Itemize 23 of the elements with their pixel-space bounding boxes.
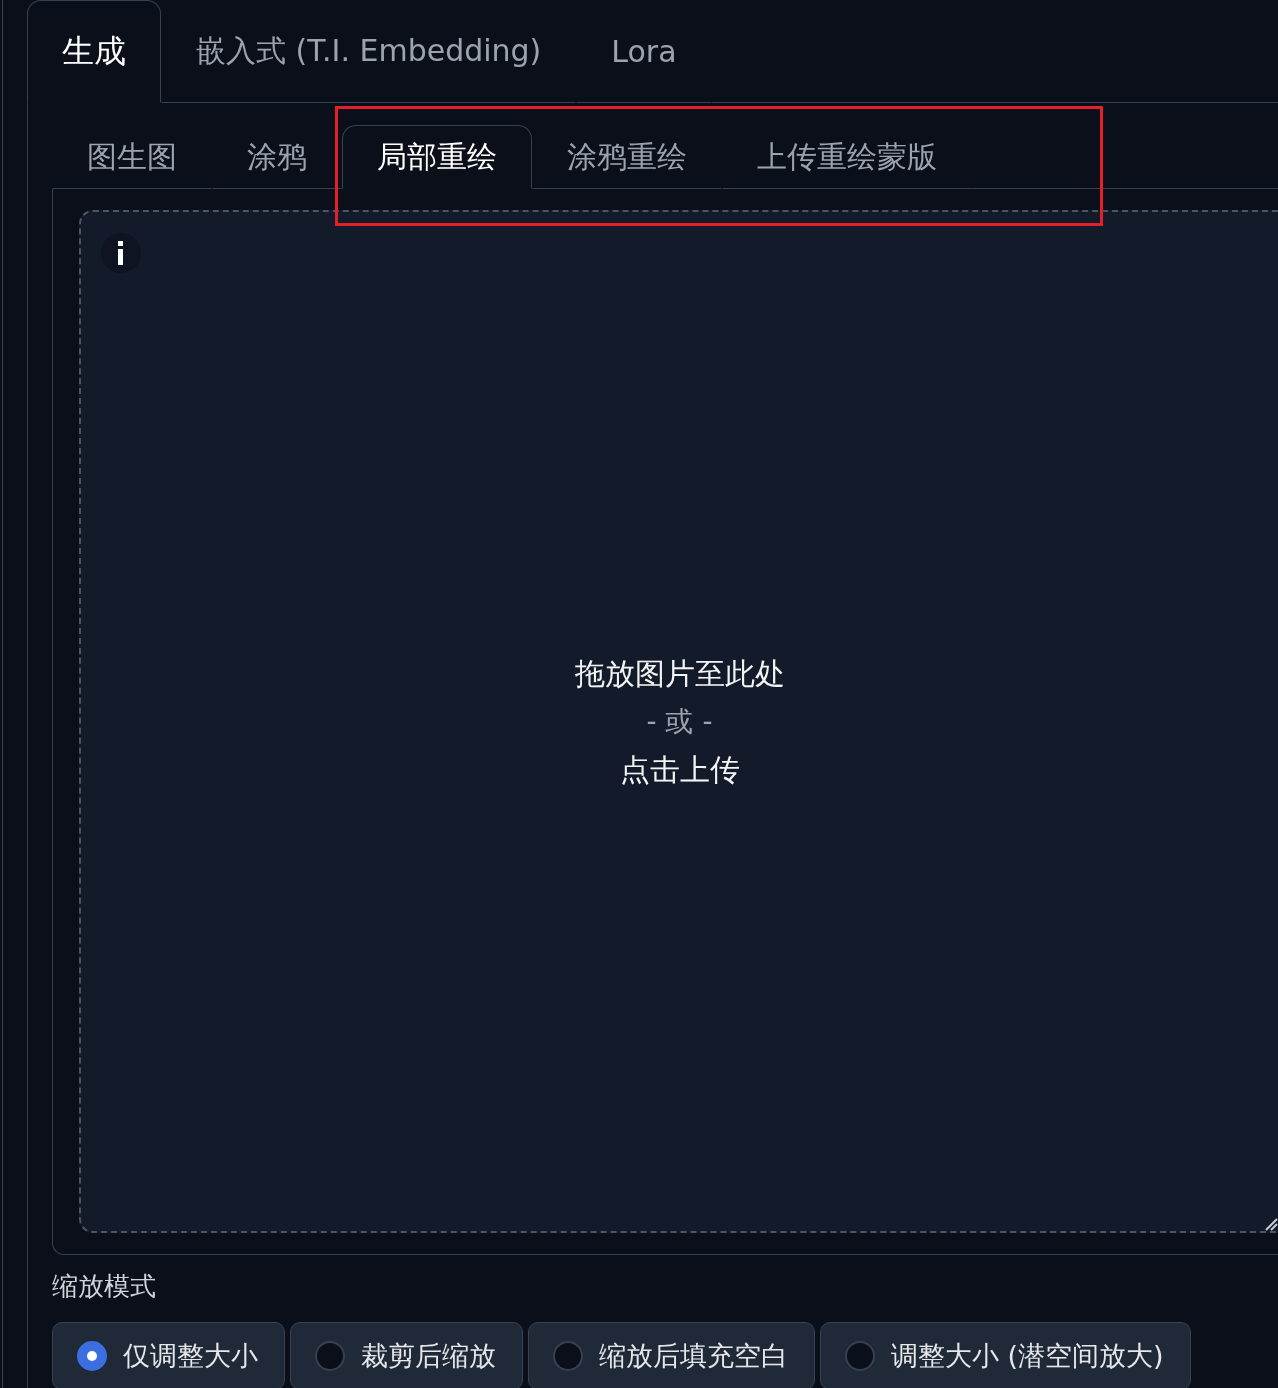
info-icon <box>117 241 125 265</box>
tab[interactable]: 上传重绘蒙版 <box>722 125 972 189</box>
drop-hint: 拖放图片至此处 <box>574 654 785 693</box>
radio-button[interactable] <box>315 1341 345 1371</box>
separator-text: - 或 - <box>646 703 713 740</box>
resize-handle-icon[interactable] <box>1264 1217 1278 1231</box>
radio-button[interactable] <box>845 1341 875 1371</box>
tab[interactable]: 生成 <box>27 0 161 103</box>
image-drop-zone[interactable]: 拖放图片至此处 - 或 - 点击上传 <box>79 210 1278 1233</box>
radio-button[interactable] <box>553 1341 583 1371</box>
tab[interactable]: 图生图 <box>52 125 212 189</box>
upload-hint: 点击上传 <box>619 750 740 789</box>
field-label: 缩放模式 <box>52 1270 157 1303</box>
radio-option[interactable]: 仅调整大小 <box>52 1322 285 1388</box>
radio-option[interactable]: 裁剪后缩放 <box>290 1322 523 1388</box>
radio-option[interactable]: 缩放后填充空白 <box>528 1322 815 1388</box>
tab[interactable]: 涂鸦 <box>212 125 342 189</box>
tab[interactable]: 涂鸦重绘 <box>532 125 722 189</box>
tab[interactable]: 嵌入式 (T.I. Embedding) <box>161 0 577 103</box>
radio-option[interactable]: 调整大小 (潜空间放大) <box>820 1322 1191 1388</box>
radio-button[interactable] <box>77 1341 107 1371</box>
tab[interactable]: 局部重绘 <box>342 125 532 189</box>
tab[interactable]: Lora <box>576 0 712 103</box>
